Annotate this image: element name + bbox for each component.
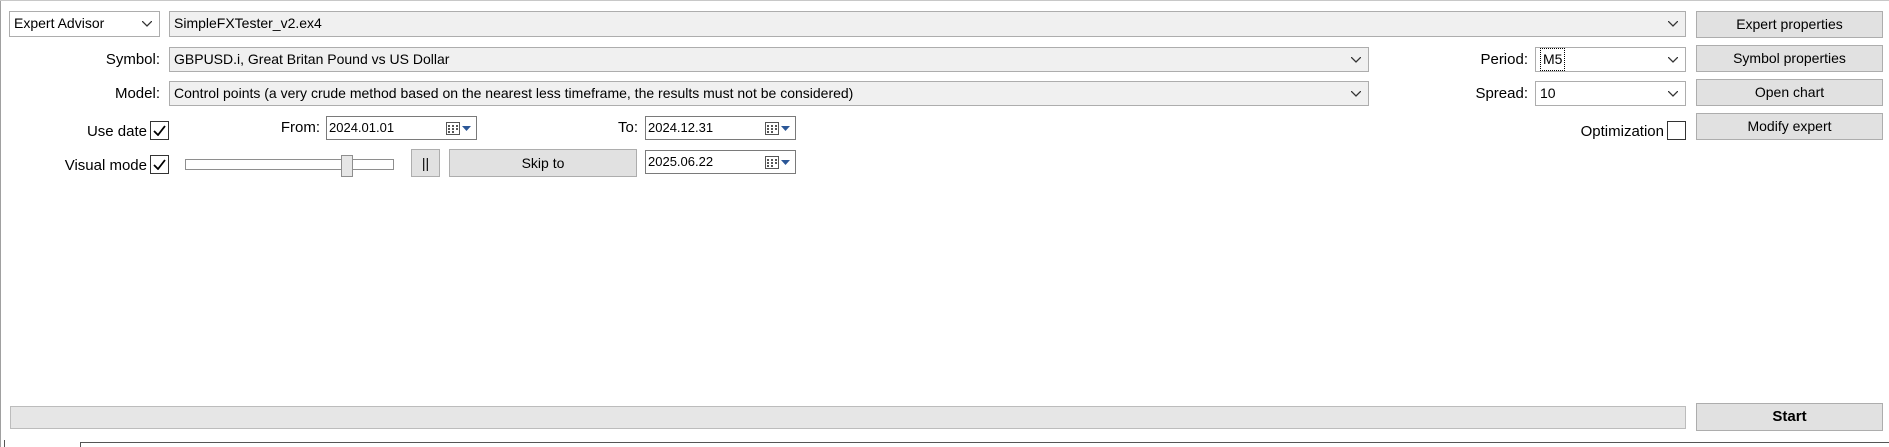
model-value: Control points (a very crude method base…: [174, 85, 854, 101]
progress-bar: [10, 406, 1686, 429]
use-date-label: Use date: [86, 123, 147, 140]
expert-select[interactable]: SimpleFXTester_v2.ex4: [169, 11, 1686, 37]
from-date-picker[interactable]: 2024.01.01: [326, 116, 477, 140]
checkmark-icon: [153, 159, 166, 170]
calendar-icon[interactable]: [446, 117, 476, 139]
calendar-icon[interactable]: [765, 151, 795, 173]
expert-properties-button[interactable]: Expert properties: [1696, 11, 1883, 38]
symbol-value: GBPUSD.i, Great Britan Pound vs US Dolla…: [174, 51, 450, 67]
chevron-down-icon: [1348, 82, 1364, 105]
symbol-properties-button[interactable]: Symbol properties: [1696, 45, 1883, 72]
chevron-down-icon: [1665, 48, 1681, 71]
chevron-down-icon: [1348, 48, 1364, 71]
spread-value: 10: [1540, 85, 1556, 101]
spread-label: Spread:: [1475, 85, 1528, 102]
optimization-label: Optimization: [1580, 123, 1664, 140]
slider-track: [185, 159, 394, 170]
chevron-down-icon: [139, 12, 155, 36]
tester-type-value: Expert Advisor: [14, 15, 105, 31]
start-button[interactable]: Start: [1696, 403, 1883, 431]
panel-left-border: [0, 0, 1, 447]
visual-mode-label: Visual mode: [64, 157, 147, 174]
visual-mode-checkbox[interactable]: [150, 155, 169, 174]
skip-to-date-picker[interactable]: 2025.06.22: [645, 150, 796, 174]
lower-panel-border: [80, 442, 1889, 447]
model-select[interactable]: Control points (a very crude method base…: [169, 81, 1369, 106]
expert-file-value: SimpleFXTester_v2.ex4: [174, 15, 322, 31]
visual-speed-slider[interactable]: [185, 155, 395, 177]
use-date-checkbox[interactable]: [150, 121, 169, 140]
tester-type-select[interactable]: Expert Advisor: [9, 11, 160, 37]
chevron-down-icon: [1665, 12, 1681, 36]
to-label: To:: [617, 119, 638, 136]
slider-thumb[interactable]: [341, 155, 353, 177]
panel-top-border: [0, 0, 1889, 1]
calendar-icon[interactable]: [765, 117, 795, 139]
open-chart-button[interactable]: Open chart: [1696, 79, 1883, 106]
skip-to-date-value: 2025.06.22: [648, 154, 714, 169]
spread-select[interactable]: 10: [1535, 81, 1686, 106]
to-date-picker[interactable]: 2024.12.31: [645, 116, 796, 140]
symbol-label: Symbol:: [105, 51, 160, 68]
skip-to-button[interactable]: Skip to: [449, 149, 637, 177]
pause-button[interactable]: ||: [411, 149, 440, 177]
resize-grip[interactable]: [0, 440, 5, 447]
optimization-checkbox[interactable]: [1667, 121, 1686, 140]
modify-expert-button[interactable]: Modify expert: [1696, 113, 1883, 140]
period-value: M5: [1540, 48, 1566, 71]
period-label: Period:: [1480, 51, 1528, 68]
from-date-value: 2024.01.01: [329, 120, 395, 135]
from-label: From:: [280, 119, 320, 136]
period-select[interactable]: M5: [1535, 47, 1686, 72]
chevron-down-icon: [1665, 82, 1681, 105]
model-label: Model:: [114, 85, 160, 102]
to-date-value: 2024.12.31: [648, 120, 714, 135]
checkmark-icon: [153, 125, 166, 136]
symbol-select[interactable]: GBPUSD.i, Great Britan Pound vs US Dolla…: [169, 47, 1369, 72]
